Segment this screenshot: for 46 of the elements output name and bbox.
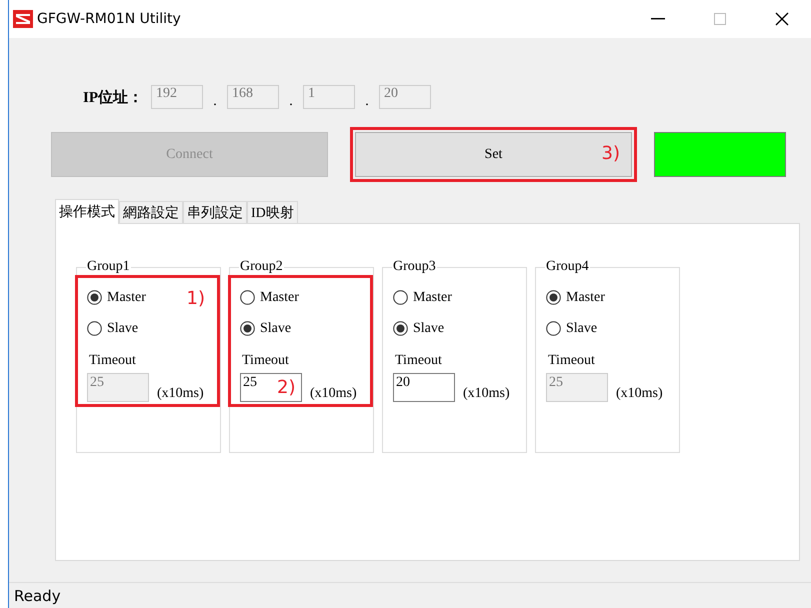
app-logo-icon xyxy=(13,10,33,28)
unit-label: (x10ms) xyxy=(310,386,357,402)
ip-separator: . xyxy=(212,93,218,110)
radio-label: Slave xyxy=(566,320,598,336)
ip-separator: . xyxy=(364,93,370,110)
radio-label: Slave xyxy=(413,320,444,336)
timeout-label: Timeout xyxy=(548,353,596,369)
group-title: Group4 xyxy=(545,259,590,275)
ip-address-label: IP位址： xyxy=(83,88,143,106)
tab[interactable]: 串列設定 xyxy=(183,201,247,223)
timeout-field[interactable]: 20 xyxy=(393,373,455,402)
radio-button[interactable] xyxy=(240,290,255,305)
close-icon xyxy=(775,12,789,26)
radio-button[interactable] xyxy=(393,290,408,305)
radio-label: Slave xyxy=(107,320,138,336)
unit-label: (x10ms) xyxy=(463,386,510,402)
radio-label: Master xyxy=(260,290,299,306)
radio-label: Slave xyxy=(260,320,292,336)
timeout-label: Timeout xyxy=(242,353,290,369)
radio-button[interactable] xyxy=(240,321,255,336)
window-title: GFGW-RM01N Utility xyxy=(37,11,182,27)
radio-label: Master xyxy=(107,290,146,306)
group-title: Group3 xyxy=(392,259,437,275)
radio-button[interactable] xyxy=(393,321,408,336)
radio-button[interactable] xyxy=(546,321,561,336)
timeout-label: Timeout xyxy=(89,353,137,369)
radio-button[interactable] xyxy=(87,321,102,336)
annotation-label: 3) xyxy=(602,143,620,164)
minimize-icon xyxy=(651,18,665,20)
maximize-icon xyxy=(714,13,726,25)
unit-label: (x10ms) xyxy=(157,386,204,402)
annotation-label: 1) xyxy=(186,288,205,309)
annotation-label: 2) xyxy=(277,377,296,398)
group-title: Group1 xyxy=(86,259,131,275)
radio-label: Master xyxy=(566,290,605,306)
radio-button[interactable] xyxy=(546,290,561,305)
unit-label: (x10ms) xyxy=(616,386,663,402)
group-title: Group2 xyxy=(239,259,284,275)
ip-separator: . xyxy=(288,93,294,110)
timeout-label: Timeout xyxy=(395,353,443,369)
radio-label: Master xyxy=(413,290,452,306)
status-text: Ready xyxy=(14,586,61,604)
tab[interactable]: 網路設定 xyxy=(119,201,183,223)
tab[interactable]: 操作模式 xyxy=(55,199,119,224)
tab[interactable]: ID映射 xyxy=(247,201,298,223)
radio-button[interactable] xyxy=(87,290,102,305)
